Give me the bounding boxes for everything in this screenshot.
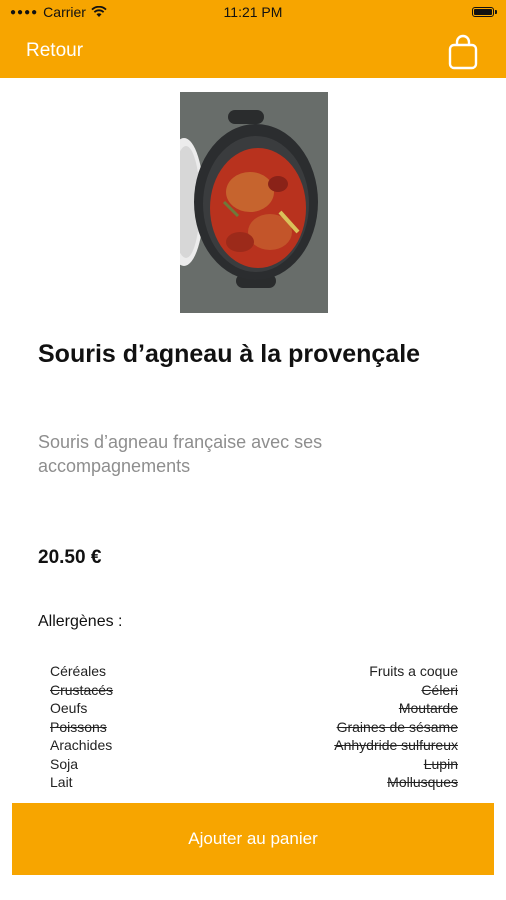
product-image	[180, 92, 328, 313]
nav-bar: Retour	[0, 26, 506, 78]
allergens-heading: Allergènes :	[38, 613, 123, 630]
battery-icon	[472, 7, 497, 17]
allergen-item: Arachides	[50, 737, 113, 753]
allergen-item: Oeufs	[50, 700, 88, 716]
allergen-item: Céréales	[50, 663, 107, 679]
allergen-list-right: Fruits a coque Céleri Moutarde Graines d…	[334, 662, 458, 792]
allergen-item: Fruits a coque	[369, 663, 458, 679]
allergen-item: Poissons	[50, 718, 107, 735]
product-description: Souris d’agneau française avec ses accom…	[38, 432, 323, 476]
allergen-item: Soja	[50, 755, 79, 772]
add-to-cart-button[interactable]: Ajouter au panier	[12, 803, 494, 875]
back-button[interactable]: Retour	[26, 40, 83, 62]
allergen-item: Anhydride sulfureux	[334, 737, 458, 753]
allergen-item: Graines de sésame	[336, 718, 458, 735]
shopping-bag-icon[interactable]	[446, 34, 480, 70]
product-title: Souris d’agneau à la provençale	[38, 340, 421, 368]
allergen-item: Crustacés	[50, 681, 114, 698]
allergen-item: Céleri	[421, 681, 458, 698]
allergen-item: Moutarde	[398, 700, 458, 716]
allergen-list-left: Céréales Crustacés Oeufs Poissons Arachi…	[50, 662, 113, 792]
allergen-item: Lait	[50, 774, 73, 790]
allergen-item: Lupin	[423, 755, 458, 772]
product-price: 20.50 €	[38, 547, 102, 568]
status-bar: ●●●● Carrier 11:21 PM	[0, 0, 506, 26]
status-time: 11:21 PM	[223, 4, 283, 20]
allergen-item: Mollusques	[387, 774, 458, 790]
